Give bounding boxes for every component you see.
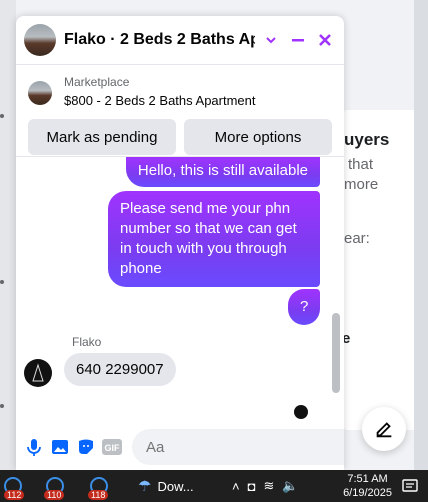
sticker-icon[interactable] bbox=[76, 434, 96, 460]
listing-source: Marketplace bbox=[64, 75, 130, 89]
notification-icon[interactable] bbox=[402, 474, 418, 498]
photo-icon[interactable] bbox=[50, 434, 70, 460]
notification-badge: 110 bbox=[44, 490, 65, 500]
message-list[interactable]: Hello, this is still available Please se… bbox=[16, 156, 344, 425]
contact-avatar[interactable] bbox=[24, 359, 52, 387]
compose-icon bbox=[376, 422, 392, 438]
windows-taskbar: 112 110 118 ☂ Dow... ˄ ◘ ≋ 🔈 7:51 AM 6/1… bbox=[0, 470, 428, 502]
minimize-icon[interactable] bbox=[288, 29, 309, 51]
svg-text:GIF: GIF bbox=[105, 443, 121, 453]
clock[interactable]: 7:51 AM 6/19/2025 bbox=[343, 472, 392, 500]
message-input-wrapper bbox=[132, 429, 344, 465]
more-options-button[interactable]: More options bbox=[184, 119, 332, 155]
chevron-up-icon[interactable]: ˄ bbox=[232, 479, 240, 494]
listing-avatar[interactable] bbox=[24, 24, 56, 56]
weather-widget[interactable]: ☂ Dow... bbox=[138, 474, 194, 498]
background-text: more bbox=[344, 176, 379, 193]
clock-date: 6/19/2025 bbox=[343, 487, 392, 499]
weather-label: Dow... bbox=[157, 478, 194, 494]
chevron-down-icon[interactable] bbox=[261, 29, 282, 51]
volume-icon[interactable]: 🔈 bbox=[282, 478, 298, 494]
system-tray[interactable]: ˄ ◘ ≋ 🔈 bbox=[232, 474, 299, 498]
rain-icon: ☂ bbox=[138, 478, 152, 495]
background-left-panel bbox=[0, 0, 16, 470]
listing-thumbnail bbox=[28, 81, 52, 105]
more-dot bbox=[0, 114, 4, 118]
camera-icon[interactable]: ◘ bbox=[248, 479, 256, 494]
chat-title[interactable]: Flako · 2 Beds 2 Baths Apa... bbox=[64, 31, 255, 49]
new-message-button[interactable] bbox=[362, 407, 406, 451]
more-dot bbox=[0, 404, 4, 408]
listing-title: $800 - 2 Beds 2 Baths Apartment bbox=[64, 93, 256, 108]
sender-name: Flako bbox=[72, 335, 102, 349]
background-text: that bbox=[348, 156, 374, 173]
chat-window: Flako · 2 Beds 2 Baths Apa... Marketplac… bbox=[16, 16, 344, 470]
microphone-icon[interactable] bbox=[24, 434, 44, 460]
page-scrollbar[interactable] bbox=[414, 0, 428, 470]
close-icon[interactable] bbox=[315, 29, 336, 51]
gif-icon[interactable]: GIF bbox=[102, 434, 122, 460]
seen-indicator bbox=[294, 405, 308, 419]
message-bubble-received[interactable]: 640 2299007 bbox=[64, 353, 176, 386]
clock-time: 7:51 AM bbox=[347, 473, 388, 485]
notification-badge: 112 bbox=[4, 490, 25, 500]
message-bubble-sent[interactable]: Please send me your phn number so that w… bbox=[108, 191, 320, 287]
message-bubble-sent[interactable]: ? bbox=[288, 289, 320, 325]
message-bubble-sent[interactable]: Hello, this is still available bbox=[125, 157, 320, 187]
background-text: ear: bbox=[344, 230, 370, 247]
message-scrollbar[interactable] bbox=[332, 313, 340, 393]
chat-header[interactable]: Flako · 2 Beds 2 Baths Apa... bbox=[16, 16, 344, 65]
message-input[interactable] bbox=[144, 437, 344, 457]
more-dot bbox=[0, 280, 4, 284]
notification-badge: 118 bbox=[88, 490, 109, 500]
wifi-icon[interactable]: ≋ bbox=[263, 478, 274, 494]
background-heading: uyers bbox=[344, 130, 390, 149]
composer: GIF bbox=[16, 424, 344, 470]
listing-info[interactable]: Marketplace $800 - 2 Beds 2 Baths Apartm… bbox=[16, 65, 344, 115]
mark-as-pending-button[interactable]: Mark as pending bbox=[28, 119, 176, 155]
